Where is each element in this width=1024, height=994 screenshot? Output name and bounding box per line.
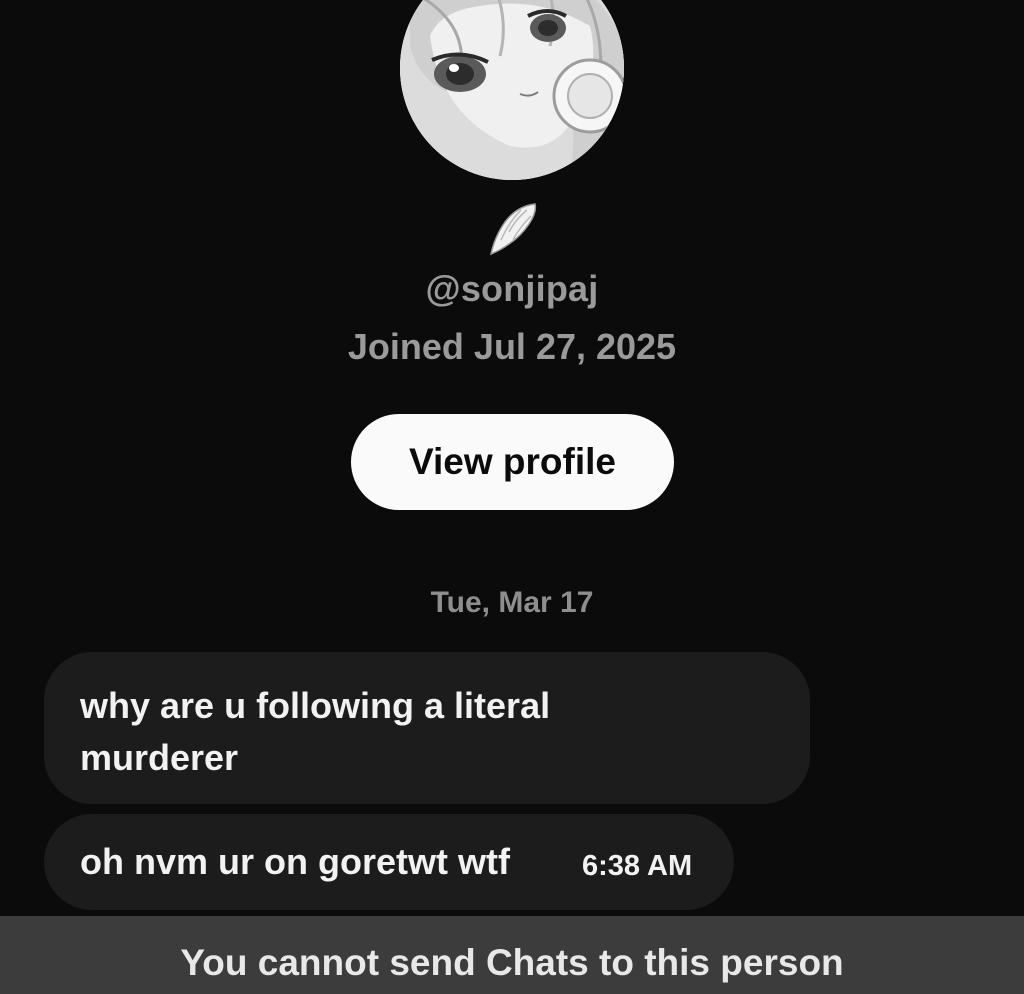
message-text: oh nvm ur on goretwt wtf [80,841,510,882]
date-separator: Tue, Mar 17 [430,586,594,619]
view-profile-button[interactable]: View profile [351,414,674,510]
message-bubble[interactable]: oh nvm ur on goretwt wtf 6:38 AM [44,814,734,910]
joined-date: Joined Jul 27, 2025 [347,326,677,367]
chat-screen: @sonjipaj Joined Jul 27, 2025 View profi… [0,0,1024,994]
profile-avatar[interactable] [400,0,624,180]
anime-girl-avatar-icon [400,0,624,180]
message-text: why are u following a literal murderer [80,685,551,778]
cannot-send-notice: You cannot send Chats to this person [0,916,1024,994]
wing-icon [487,200,539,258]
message-timestamp: 6:38 AM [582,850,693,882]
message-bubble[interactable]: why are u following a literal murderer [44,652,810,804]
profile-handle: @sonjipaj [425,268,599,309]
